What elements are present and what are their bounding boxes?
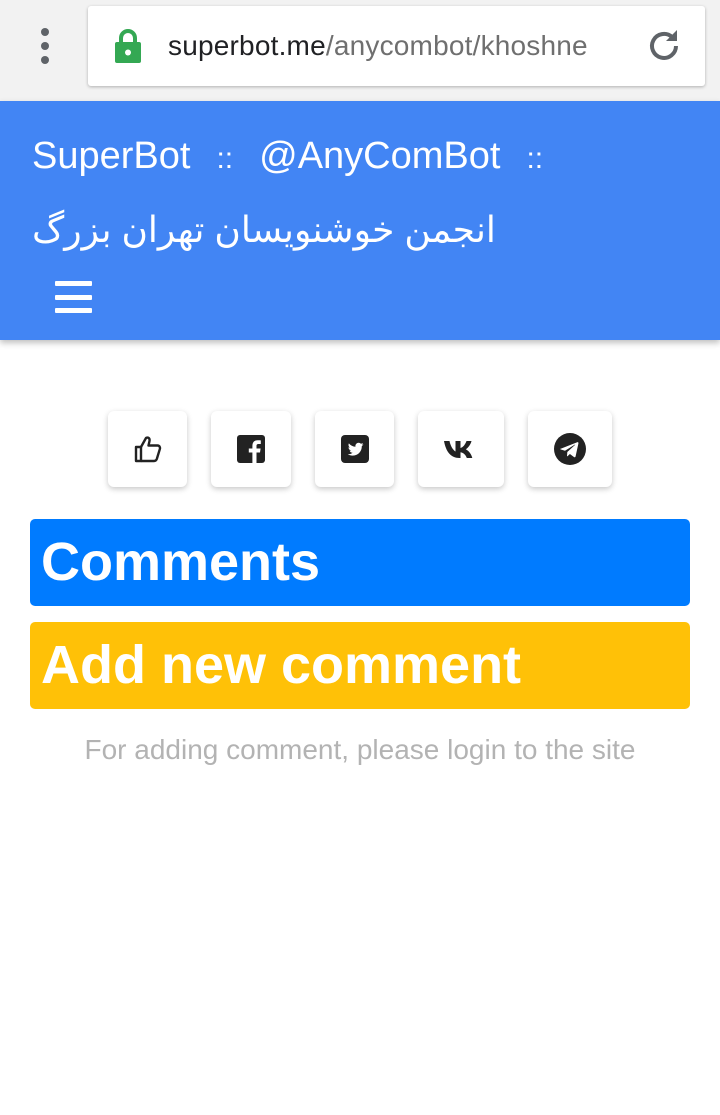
site-title: SuperBot:: @AnyComBot::: [32, 133, 569, 182]
facebook-icon: [237, 435, 265, 463]
login-note: For adding comment, please login to the …: [84, 734, 636, 765]
browser-toolbar: superbot.me/anycombot/khoshne: [0, 0, 720, 101]
site-header: SuperBot:: @AnyComBot:: انجمن خوشنویسان ت…: [0, 101, 720, 340]
url-path: /anycombot/khoshne: [325, 30, 588, 61]
facebook-share-button[interactable]: [211, 411, 291, 487]
thumbs-up-icon: [134, 436, 161, 463]
twitter-share-button[interactable]: [315, 411, 394, 487]
address-bar[interactable]: superbot.me/anycombot/khoshne: [88, 6, 705, 86]
more-vert-icon[interactable]: [36, 28, 54, 64]
telegram-icon: [554, 433, 586, 465]
title-separator: ::: [216, 142, 234, 175]
hamburger-menu-icon[interactable]: [55, 281, 92, 313]
reload-icon[interactable]: [644, 26, 684, 66]
title-separator: ::: [526, 142, 544, 175]
url-text[interactable]: superbot.me/anycombot/khoshne: [168, 28, 628, 64]
url-host: superbot.me: [168, 30, 326, 61]
vk-share-button[interactable]: [418, 411, 504, 487]
twitter-icon: [340, 435, 369, 463]
brand-link[interactable]: SuperBot: [32, 135, 190, 177]
share-buttons: [0, 411, 720, 487]
bot-handle-link[interactable]: @AnyComBot: [259, 135, 500, 177]
comments-heading: Comments: [30, 519, 690, 606]
telegram-share-button[interactable]: [528, 411, 612, 487]
vk-icon: [444, 441, 473, 458]
like-button[interactable]: [108, 411, 187, 487]
add-comment-heading: Add new comment: [30, 622, 690, 709]
group-title[interactable]: انجمن خوشنویسان تهران بزرگ: [32, 207, 496, 253]
lock-icon: [115, 29, 141, 63]
